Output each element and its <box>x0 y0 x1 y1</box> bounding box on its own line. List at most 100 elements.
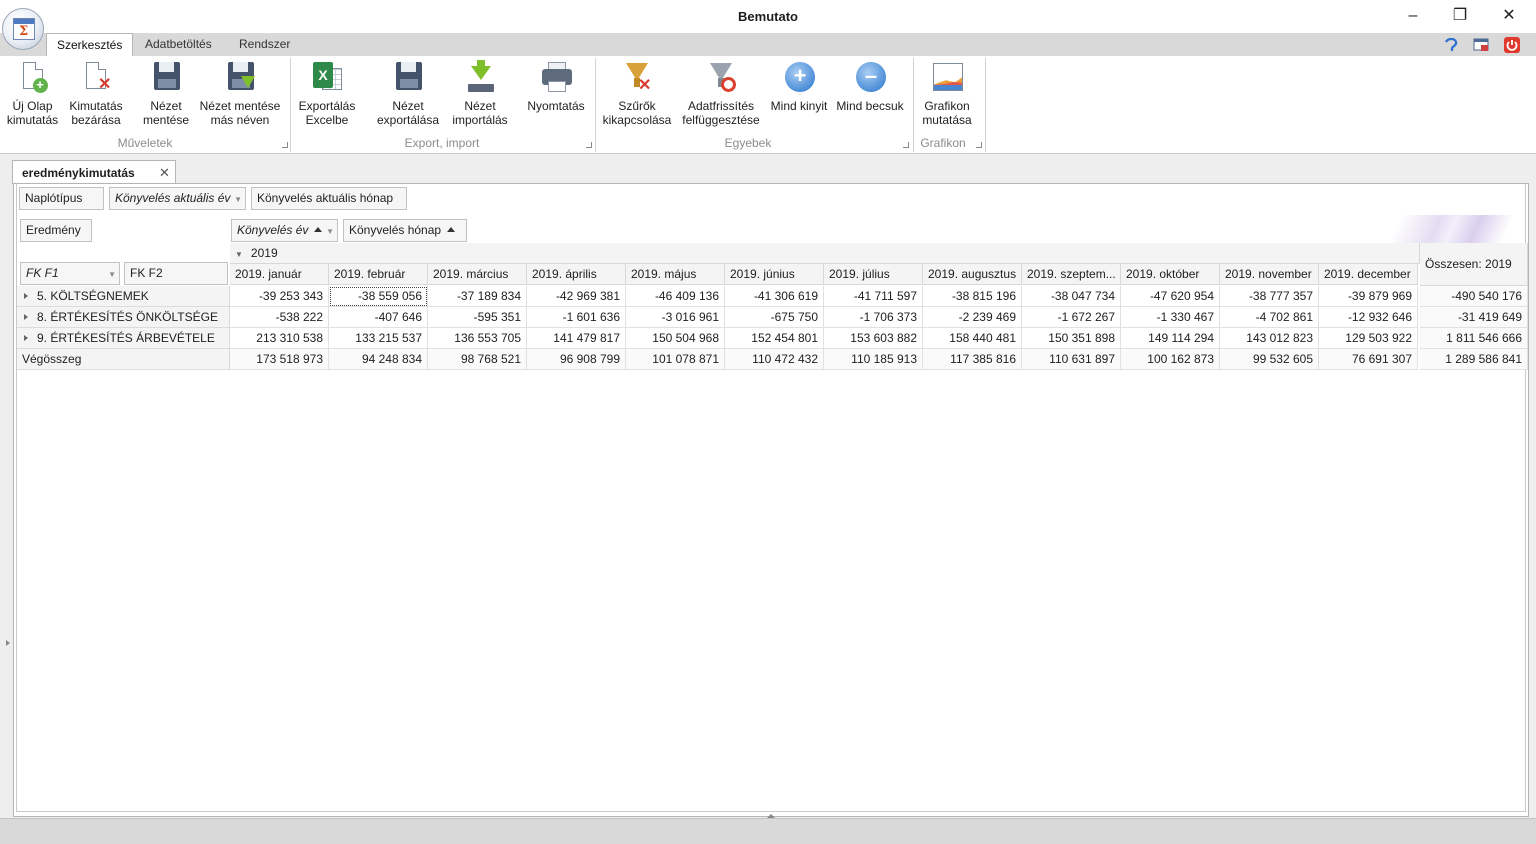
grand-total-cell[interactable]: 110 631 897 <box>1022 349 1121 370</box>
data-cell[interactable]: -1 706 373 <box>824 307 923 328</box>
data-cell[interactable]: -3 016 961 <box>626 307 725 328</box>
month-column-header[interactable]: 2019. augusztus <box>923 264 1022 285</box>
grand-total-cell[interactable]: 99 532 605 <box>1220 349 1319 370</box>
month-column-header[interactable]: 2019. április <box>527 264 626 285</box>
help-icon[interactable] <box>1443 37 1459 53</box>
data-cell[interactable]: 213 310 538 <box>230 328 329 349</box>
month-column-header[interactable]: 2019. október <box>1121 264 1220 285</box>
expand-all-button[interactable]: + Mind kinyit <box>768 60 830 130</box>
row-field-fk-f1[interactable]: FK F1 ▼ <box>20 262 120 285</box>
data-cell[interactable]: 143 012 823 <box>1220 328 1319 349</box>
filter-funnel-icon[interactable]: ▼ <box>326 221 334 242</box>
data-cell[interactable]: 133 215 537 <box>329 328 428 349</box>
close-report-button[interactable]: ✕ Kimutatás bezárása <box>66 60 126 130</box>
row-total-cell[interactable]: 1 811 546 666 <box>1420 328 1528 349</box>
data-cell[interactable]: -675 750 <box>725 307 824 328</box>
minimize-button[interactable]: – <box>1390 0 1436 33</box>
side-panel-expand-handle[interactable] <box>6 640 10 646</box>
data-cell[interactable]: -39 879 969 <box>1319 286 1418 307</box>
data-cell[interactable]: 150 351 898 <box>1022 328 1121 349</box>
filter-funnel-icon[interactable]: ▼ <box>234 189 242 210</box>
month-column-header[interactable]: 2019. december <box>1319 264 1418 285</box>
data-cell[interactable]: -38 559 056 <box>329 286 428 307</box>
data-cell[interactable]: -39 253 343 <box>230 286 329 307</box>
show-chart-button[interactable]: Grafikon mutatása <box>918 60 976 130</box>
data-cell[interactable]: -12 932 646 <box>1319 307 1418 328</box>
month-column-header[interactable]: 2019. május <box>626 264 725 285</box>
data-cell[interactable]: -38 815 196 <box>923 286 1022 307</box>
data-cell[interactable]: 149 114 294 <box>1121 328 1220 349</box>
expand-row-icon[interactable] <box>24 314 28 320</box>
data-cell[interactable]: -38 777 357 <box>1220 286 1319 307</box>
data-cell[interactable]: -42 969 381 <box>527 286 626 307</box>
data-cell[interactable]: -46 409 136 <box>626 286 725 307</box>
grand-total-overall-cell[interactable]: 1 289 586 841 <box>1420 349 1528 370</box>
group-launcher-egyebek[interactable] <box>903 142 909 148</box>
filter-funnel-icon[interactable]: ▼ <box>108 264 116 285</box>
save-view-button[interactable]: Nézet mentése <box>140 60 192 130</box>
restore-button[interactable]: ❐ <box>1437 0 1483 33</box>
grand-total-cell[interactable]: 94 248 834 <box>329 349 428 370</box>
expand-row-icon[interactable] <box>24 335 28 341</box>
row-header[interactable]: 5. KÖLTSÉGNEMEK <box>17 286 230 307</box>
group-launcher-export-import[interactable] <box>586 142 592 148</box>
row-total-cell[interactable]: -31 419 649 <box>1420 307 1528 328</box>
group-launcher-grafikon[interactable] <box>976 142 982 148</box>
grand-total-cell[interactable]: 100 162 873 <box>1121 349 1220 370</box>
suspend-refresh-button[interactable]: Adatfrissítés felfüggesztése <box>680 60 762 130</box>
data-cell[interactable]: -37 189 834 <box>428 286 527 307</box>
grand-total-cell[interactable]: 110 472 432 <box>725 349 824 370</box>
data-cell[interactable]: 150 504 968 <box>626 328 725 349</box>
month-column-header[interactable]: 2019. január <box>230 264 329 285</box>
export-view-button[interactable]: Nézet exportálása <box>374 60 442 130</box>
grand-total-cell[interactable]: 96 908 799 <box>527 349 626 370</box>
document-tab[interactable]: eredménykimutatás ✕ <box>12 160 176 184</box>
collapse-year-icon[interactable]: ▼ <box>235 250 243 259</box>
data-cell[interactable]: 136 553 705 <box>428 328 527 349</box>
data-cell[interactable]: -407 646 <box>329 307 428 328</box>
disable-filters-button[interactable]: ✕ Szűrők kikapcsolása <box>602 60 672 130</box>
month-column-header[interactable]: 2019. február <box>329 264 428 285</box>
grand-total-cell[interactable]: 98 768 521 <box>428 349 527 370</box>
collapse-all-button[interactable]: – Mind becsuk <box>836 60 904 130</box>
data-cell[interactable]: -538 222 <box>230 307 329 328</box>
month-column-header[interactable]: 2019. november <box>1220 264 1319 285</box>
data-cell[interactable]: -1 601 636 <box>527 307 626 328</box>
power-exit-icon[interactable] <box>1504 37 1520 53</box>
data-cell[interactable]: 129 503 922 <box>1319 328 1418 349</box>
data-cell[interactable]: -38 047 734 <box>1022 286 1121 307</box>
row-total-cell[interactable]: -490 540 176 <box>1420 286 1528 307</box>
grand-total-cell[interactable]: 173 518 973 <box>230 349 329 370</box>
close-button[interactable]: ✕ <box>1486 0 1532 33</box>
tab-adatbetoltes[interactable]: Adatbetöltés <box>135 33 222 56</box>
data-cell[interactable]: -595 351 <box>428 307 527 328</box>
expand-row-icon[interactable] <box>24 293 28 299</box>
data-cell[interactable]: -1 672 267 <box>1022 307 1121 328</box>
tab-szerkesztes[interactable]: Szerkesztés <box>46 33 134 56</box>
month-column-header[interactable]: 2019. július <box>824 264 923 285</box>
data-field-eredmeny[interactable]: Eredmény <box>20 219 92 242</box>
column-field-konyveles-ev[interactable]: Könyvelés év ▼ <box>231 219 338 242</box>
print-button[interactable]: Nyomtatás <box>524 60 588 130</box>
app-menu-icon[interactable]: Σ <box>2 8 44 50</box>
grand-total-cell[interactable]: 117 385 816 <box>923 349 1022 370</box>
row-header[interactable]: 8. ÉRTÉKESÍTÉS ÖNKÖLTSÉGE <box>17 307 230 328</box>
data-cell[interactable]: 152 454 801 <box>725 328 824 349</box>
column-field-konyveles-honap[interactable]: Könyvelés hónap <box>343 219 467 242</box>
splitter-handle[interactable] <box>767 814 775 818</box>
filter-field-aktualis-honap[interactable]: Könyvelés aktuális hónap <box>251 187 407 210</box>
data-cell[interactable]: 158 440 481 <box>923 328 1022 349</box>
month-column-header[interactable]: 2019. június <box>725 264 824 285</box>
data-cell[interactable]: -41 711 597 <box>824 286 923 307</box>
data-cell[interactable]: 141 479 817 <box>527 328 626 349</box>
month-column-header[interactable]: 2019. szeptem... <box>1022 264 1121 285</box>
grand-total-cell[interactable]: 110 185 913 <box>824 349 923 370</box>
row-header[interactable]: 9. ÉRTÉKESÍTÉS ÁRBEVÉTELE <box>17 328 230 349</box>
import-view-button[interactable]: Nézet importálás <box>449 60 511 130</box>
data-cell[interactable]: -1 330 467 <box>1121 307 1220 328</box>
export-excel-button[interactable]: X Exportálás Excelbe <box>296 60 358 130</box>
close-tab-icon[interactable]: ✕ <box>159 165 170 181</box>
data-cell[interactable]: -41 306 619 <box>725 286 824 307</box>
data-cell[interactable]: 153 603 882 <box>824 328 923 349</box>
data-cell[interactable]: -4 702 861 <box>1220 307 1319 328</box>
